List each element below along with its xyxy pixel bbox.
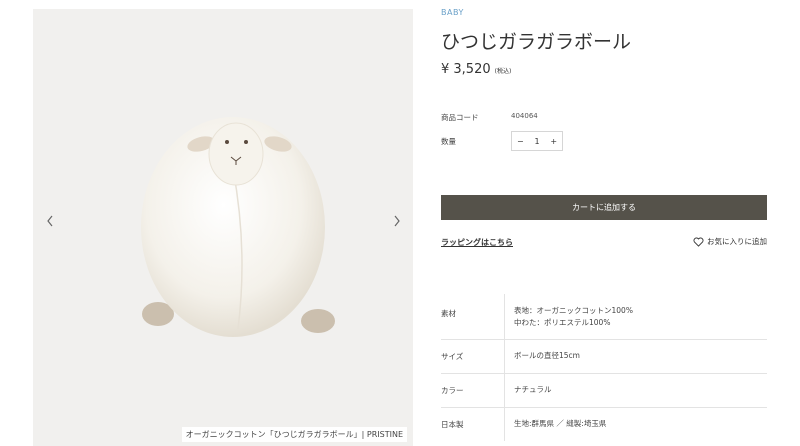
chevron-right-icon (394, 215, 400, 227)
image-caption: オーガニックコットン「ひつじガラガラボール」| PRISTINE (181, 427, 407, 442)
quantity-value[interactable]: 1 (529, 137, 546, 146)
category-link[interactable]: BABY (441, 8, 464, 17)
spec-row-material: 素材 表地：オーガニックコットン100% 中わた：ポリエステル100% (441, 294, 767, 340)
quantity-stepper: − 1 + (511, 131, 563, 151)
spec-label: 日本製 (441, 420, 464, 429)
add-to-favorites-button[interactable]: お気に入りに追加 (693, 236, 767, 247)
tax-note: (税込) (494, 68, 512, 75)
spec-value-line: ボールの直径15cm (514, 351, 580, 360)
product-image-gallery: オーガニックコットン「ひつじガラガラボール」| PRISTINE (33, 9, 413, 446)
heart-outline-icon (693, 237, 704, 247)
spec-label: サイズ (441, 352, 464, 361)
spec-value-line: ナチュラル (514, 385, 552, 394)
favorite-label: お気に入りに追加 (707, 237, 767, 246)
wrapping-link[interactable]: ラッピングはこちら (441, 237, 513, 248)
spec-value-line: 生地:群馬県 ／ 縫製:埼玉県 (514, 419, 607, 428)
product-code-value: 404064 (511, 112, 538, 120)
quantity-increase-button[interactable]: + (545, 137, 562, 146)
price-value: ¥ 3,520 (441, 62, 491, 77)
spec-row-size: サイズ ボールの直径15cm (441, 339, 767, 374)
spec-row-origin: 日本製 生地:群馬県 ／ 縫製:埼玉県 (441, 407, 767, 441)
spec-label: カラー (441, 386, 464, 395)
chevron-left-icon (47, 215, 53, 227)
quantity-label: 数量 (441, 137, 456, 146)
product-photo (141, 117, 335, 337)
spec-row-color: カラー ナチュラル (441, 373, 767, 408)
add-to-cart-button[interactable]: カートに追加する (441, 195, 767, 220)
previous-image-button[interactable] (38, 209, 62, 233)
product-title: ひつじガラガラボール (441, 31, 632, 53)
spec-value-line: 中わた：ポリエステル100% (514, 318, 611, 327)
product-price: ¥ 3,520 (税込) (441, 62, 511, 77)
product-code-label: 商品コード (441, 113, 479, 122)
spec-value-line: 表地：オーガニックコットン100% (514, 306, 633, 315)
spec-label: 素材 (441, 309, 456, 318)
quantity-decrease-button[interactable]: − (512, 137, 529, 146)
next-image-button[interactable] (385, 209, 409, 233)
